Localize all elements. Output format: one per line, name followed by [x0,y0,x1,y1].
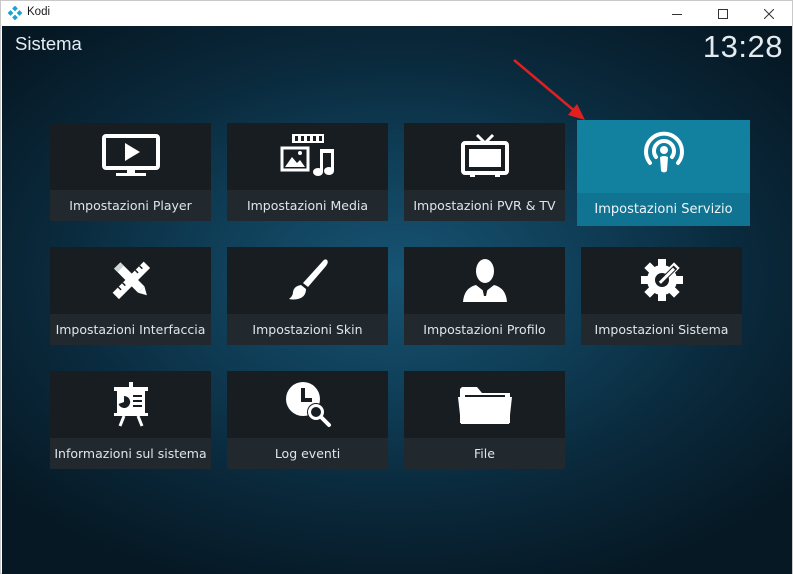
maximize-button[interactable] [700,1,746,26]
kodi-window: Kodi Sistema 13:28 Impostazioni Player I… [0,0,793,574]
minimize-button[interactable] [654,1,700,26]
close-button[interactable] [746,1,792,26]
close-icon [764,8,774,19]
kodi-content: Sistema 13:28 Impostazioni Player Impost… [2,26,792,574]
maximize-icon [718,8,728,19]
annotation-arrow [513,59,585,120]
minimize-icon [672,13,682,15]
title-bar[interactable]: Kodi [1,1,792,26]
window-title: Kodi [27,6,51,18]
kodi-logo-icon [8,6,22,20]
